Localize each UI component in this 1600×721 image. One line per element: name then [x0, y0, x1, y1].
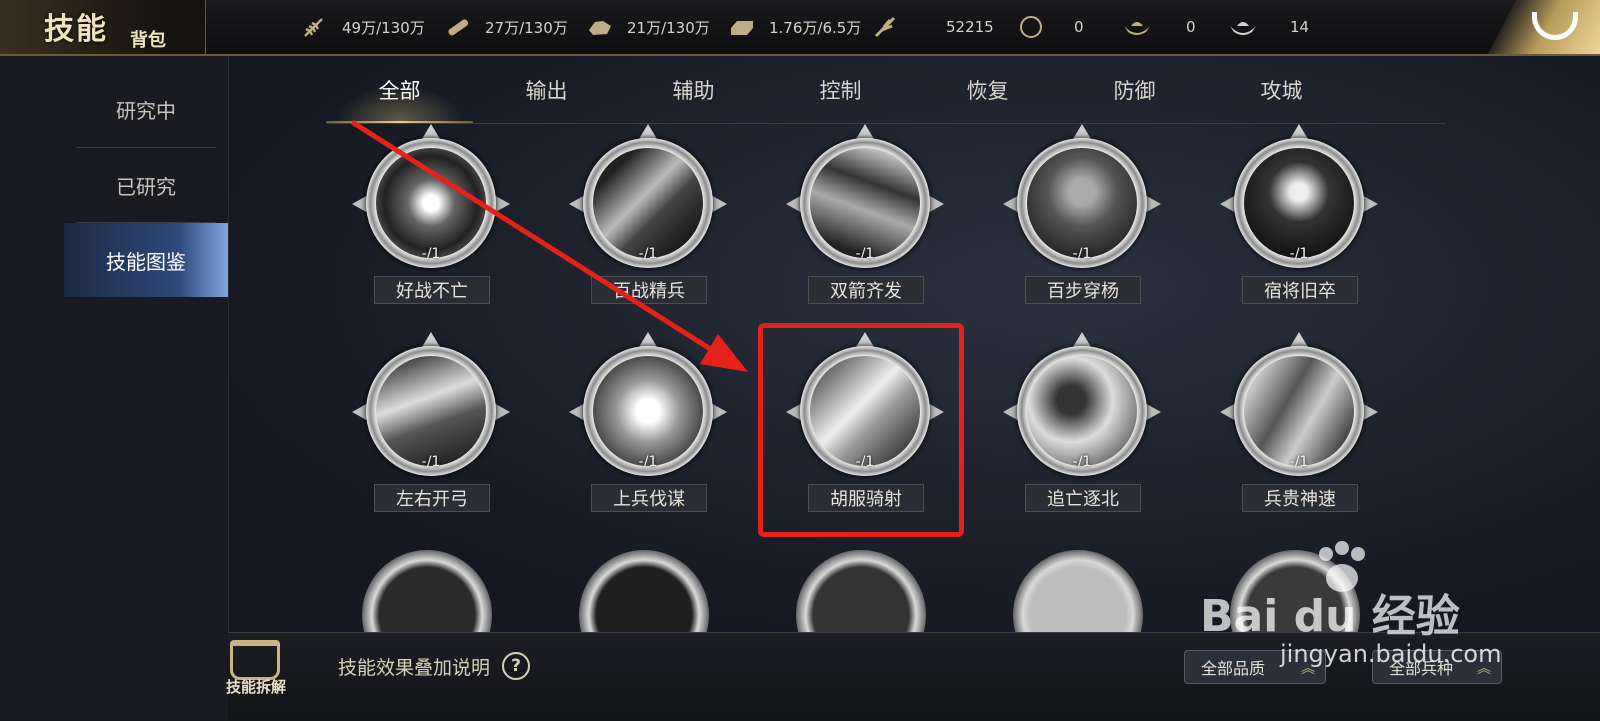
filter-quality-label: 全部品质: [1201, 659, 1266, 678]
skill-decompose-button[interactable]: 技能拆解: [222, 640, 290, 710]
chevron-up-icon: ︽: [1477, 661, 1491, 677]
decompose-label: 技能拆解: [225, 678, 286, 696]
effect-stack-help[interactable]: 技能效果叠加说明 ?: [338, 652, 531, 680]
filter-troop-dropdown[interactable]: 全部兵种 ︽: [1372, 650, 1502, 684]
filter-quality-dropdown[interactable]: 全部品质 ︽: [1184, 650, 1326, 684]
filter-troop-label: 全部兵种: [1389, 659, 1454, 678]
basket-icon: [230, 640, 280, 680]
annotation-highlight-box: [758, 323, 964, 537]
chevron-up-icon: ︽: [1301, 661, 1315, 677]
effect-note-label: 技能效果叠加说明: [338, 656, 491, 679]
help-icon[interactable]: ?: [502, 652, 531, 680]
